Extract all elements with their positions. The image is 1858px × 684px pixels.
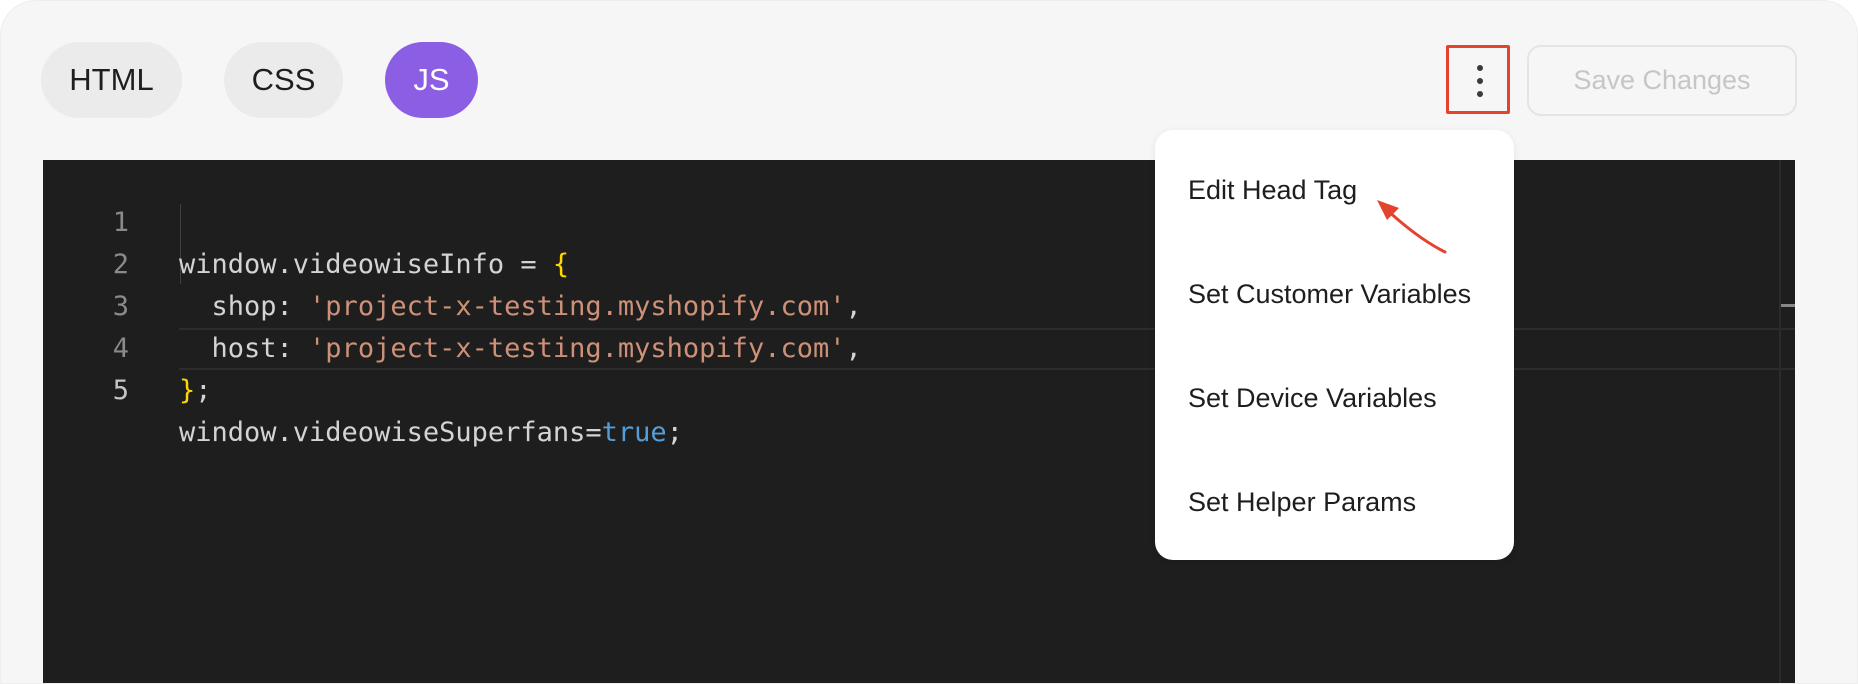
more-options-menu: Edit Head Tag Set Customer Variables Set…: [1155, 130, 1514, 560]
tab-css[interactable]: CSS: [224, 42, 343, 118]
menu-item-set-customer-variables[interactable]: Set Customer Variables: [1188, 274, 1471, 314]
more-options-button[interactable]: [1446, 45, 1510, 114]
editor-panel: HTML CSS JS Save Changes 1 window.videow…: [0, 0, 1858, 684]
tab-html[interactable]: HTML: [41, 42, 182, 118]
language-tabs: HTML CSS JS: [41, 42, 478, 118]
code-text: };: [179, 375, 212, 406]
code-text: window.videowiseSuperfans=true;: [179, 417, 683, 448]
line-number: 5: [112, 375, 129, 406]
code-editor[interactable]: 1 window.videowiseInfo = { 2 shop: 'proj…: [43, 160, 1795, 683]
menu-item-set-device-variables[interactable]: Set Device Variables: [1188, 378, 1437, 418]
scrollbar-cursor-marker: [1781, 304, 1795, 307]
code-line: 3 host: 'project-x-testing.myshopify.com…: [43, 244, 1795, 364]
menu-item-set-helper-params[interactable]: Set Helper Params: [1188, 482, 1416, 522]
code-line: 2 shop: 'project-x-testing.myshopify.com…: [43, 202, 1795, 322]
editor-scrollbar[interactable]: [1779, 160, 1781, 683]
code-line: 4 };: [43, 286, 1795, 406]
code-line: 1 window.videowiseInfo = {: [43, 160, 1795, 280]
save-changes-button[interactable]: Save Changes: [1527, 45, 1797, 116]
tab-js[interactable]: JS: [385, 42, 478, 118]
code-line-current: 5 window.videowiseSuperfans=true;: [43, 328, 1795, 448]
menu-item-edit-head-tag[interactable]: Edit Head Tag: [1188, 170, 1357, 210]
